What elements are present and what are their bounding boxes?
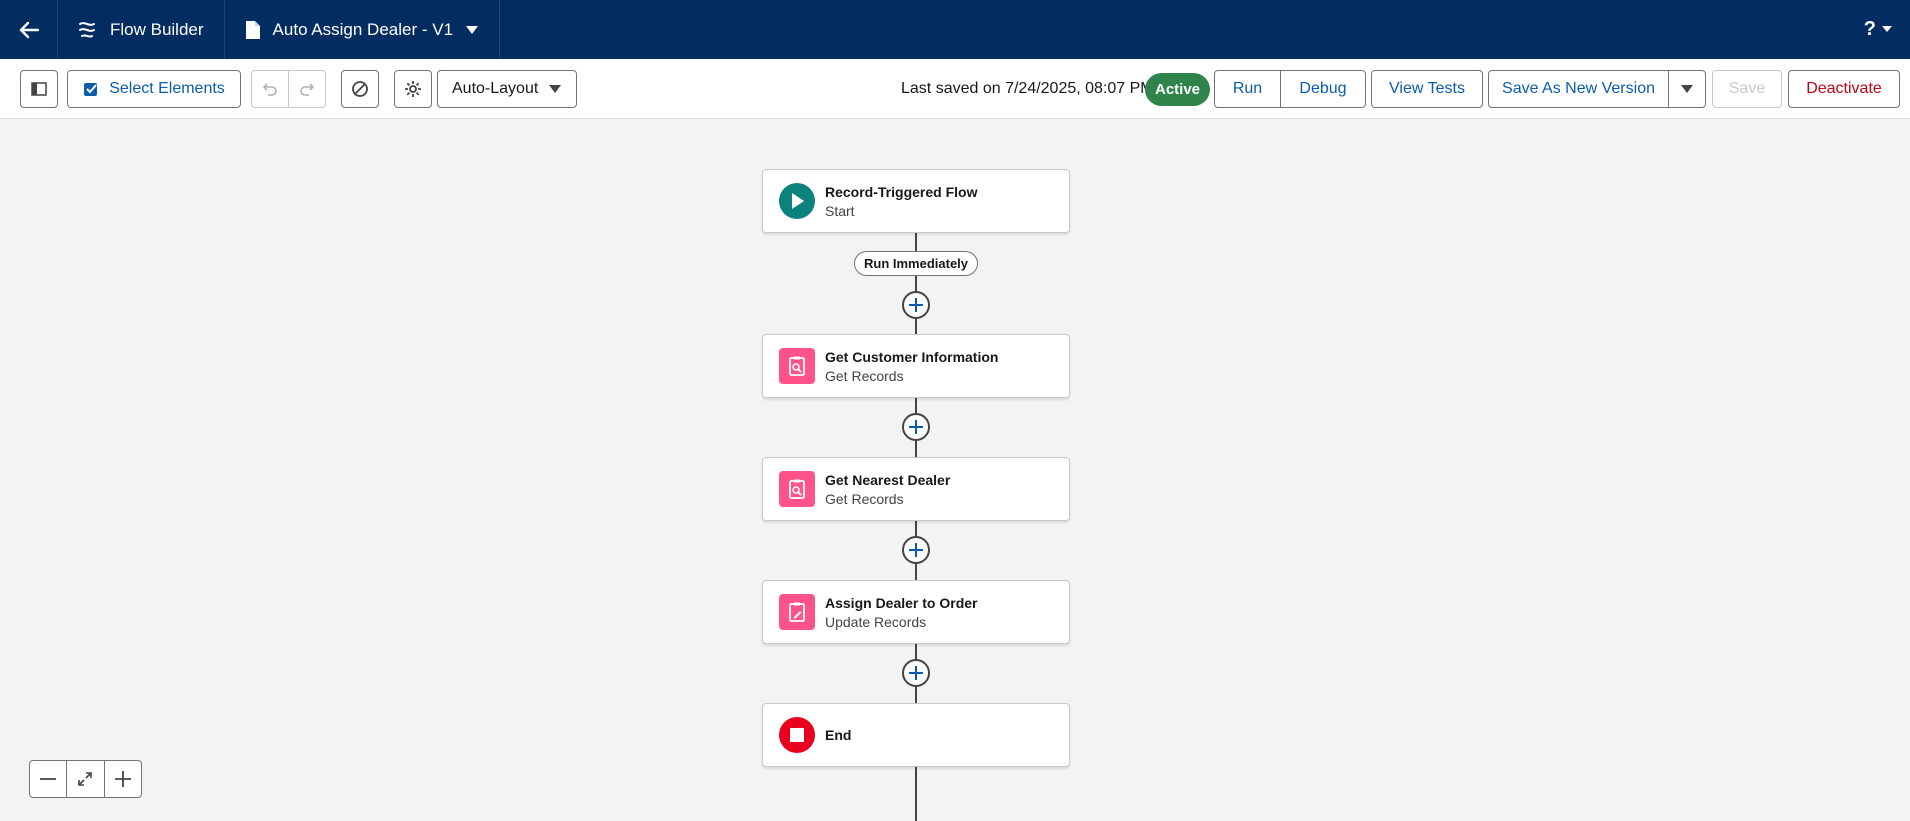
redo-button[interactable]	[288, 70, 326, 108]
add-element-button[interactable]	[902, 659, 930, 687]
node-subtitle: Update Records	[825, 613, 927, 630]
add-element-button[interactable]	[902, 536, 930, 564]
checkbox-icon	[84, 83, 98, 96]
node-subtitle: Get Records	[825, 367, 904, 384]
zoom-in-button[interactable]	[105, 761, 141, 797]
chevron-down-icon	[1882, 26, 1892, 32]
chevron-down-icon	[549, 85, 561, 93]
back-button[interactable]	[0, 0, 58, 59]
document-icon	[245, 20, 260, 39]
start-node[interactable]: Record-Triggered Flow Start	[762, 169, 1070, 233]
node-title: Get Customer Information	[825, 348, 999, 365]
select-elements-label: Select Elements	[109, 80, 225, 97]
gear-icon	[405, 81, 421, 97]
help-icon: ?	[1863, 18, 1876, 40]
stop-icon	[779, 717, 815, 753]
save-label: Save	[1728, 80, 1766, 97]
run-path-label[interactable]: Run Immediately	[854, 251, 978, 276]
help-menu[interactable]: ?	[1864, 18, 1892, 41]
redo-icon	[300, 83, 315, 96]
last-saved-text: Last saved on 7/24/2025, 08:07 PM	[901, 80, 1154, 97]
plus-icon	[909, 420, 923, 434]
deactivate-label: Deactivate	[1806, 80, 1882, 97]
ban-icon	[352, 81, 368, 97]
node-subtitle: Start	[825, 202, 855, 219]
save-as-new-version-button[interactable]: Save As New Version	[1488, 70, 1669, 108]
node-title: End	[825, 727, 852, 743]
node-title: Assign Dealer to Order	[825, 594, 978, 611]
run-label: Run	[1232, 80, 1263, 97]
app-header: Flow Builder Auto Assign Dealer - V1 ?	[0, 0, 1910, 59]
clear-button[interactable]	[341, 70, 379, 108]
flow-toolbar: Select Elements Auto-Layout Last saved o…	[0, 59, 1910, 119]
update-records-icon	[779, 594, 815, 630]
flow-icon	[79, 21, 95, 38]
app-name: Flow Builder	[110, 19, 204, 39]
add-element-button[interactable]	[902, 291, 930, 319]
save-as-new-version-label: Save As New Version	[1502, 80, 1655, 97]
flow-element-get-nearest-dealer[interactable]: Get Nearest Dealer Get Records	[762, 457, 1070, 521]
save-options-menu-button[interactable]	[1668, 70, 1706, 108]
flow-settings-button[interactable]	[394, 70, 432, 108]
select-elements-button[interactable]: Select Elements	[67, 70, 241, 108]
plus-icon	[909, 666, 923, 680]
document-title: Auto Assign Dealer - V1	[272, 19, 454, 39]
chevron-down-icon	[1681, 85, 1693, 93]
expand-icon	[78, 772, 93, 786]
debug-button[interactable]: Debug	[1280, 70, 1366, 108]
view-tests-button[interactable]: View Tests	[1371, 70, 1483, 108]
get-records-icon	[779, 471, 815, 507]
view-tests-label: View Tests	[1389, 80, 1465, 97]
layout-select-value: Auto-Layout	[452, 80, 539, 97]
end-node[interactable]: End	[762, 703, 1070, 767]
arrow-left-icon	[19, 21, 39, 38]
fit-view-button[interactable]	[67, 761, 105, 797]
minus-icon	[40, 778, 57, 780]
plus-icon	[909, 543, 923, 557]
flow-element-assign-dealer-to-order[interactable]: Assign Dealer to Order Update Records	[762, 580, 1070, 644]
debug-label: Debug	[1299, 80, 1347, 97]
undo-icon	[262, 83, 277, 96]
flow-canvas[interactable]: Record-Triggered Flow Start Run Immediat…	[0, 120, 1910, 821]
zoom-controls	[29, 760, 142, 798]
node-title: Record-Triggered Flow	[825, 183, 978, 200]
zoom-out-button[interactable]	[30, 761, 68, 797]
add-element-button[interactable]	[902, 413, 930, 441]
node-title: Get Nearest Dealer	[825, 471, 951, 488]
status-badge: Active	[1145, 73, 1210, 106]
layout-select[interactable]: Auto-Layout	[437, 70, 577, 108]
panel-left-icon	[31, 82, 47, 96]
get-records-icon	[779, 348, 815, 384]
chevron-down-icon	[466, 25, 479, 34]
deactivate-button[interactable]: Deactivate	[1788, 70, 1900, 108]
undo-button[interactable]	[251, 70, 289, 108]
plus-icon	[114, 771, 131, 787]
save-button[interactable]: Save	[1712, 70, 1782, 108]
document-title-menu[interactable]: Auto Assign Dealer - V1	[225, 0, 501, 59]
app-title: Flow Builder	[58, 0, 225, 59]
play-icon	[779, 183, 815, 219]
run-button[interactable]: Run	[1214, 70, 1281, 108]
toggle-panel-button[interactable]	[20, 70, 58, 108]
plus-icon	[909, 298, 923, 312]
node-subtitle: Get Records	[825, 490, 904, 507]
flow-element-get-customer-information[interactable]: Get Customer Information Get Records	[762, 334, 1070, 398]
